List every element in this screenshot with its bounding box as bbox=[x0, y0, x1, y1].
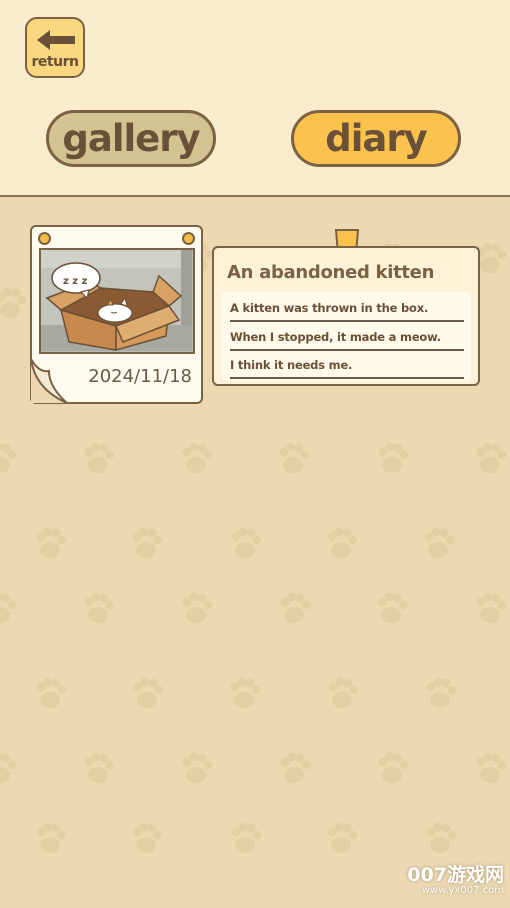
kitten-in-box-photo: z z z bbox=[39, 248, 195, 354]
watermark-brand: 007游戏网 bbox=[407, 864, 504, 886]
pin-icon bbox=[182, 232, 195, 245]
photo-date: 2024/11/18 bbox=[88, 366, 192, 387]
diary-line: When I stopped, it made a meow. bbox=[230, 323, 464, 351]
diary-text-box: A kitten was thrown in the box. When I s… bbox=[222, 292, 471, 381]
return-button[interactable]: return bbox=[25, 17, 85, 78]
diary-line: I think it needs me. bbox=[230, 351, 464, 379]
return-label: return bbox=[31, 54, 79, 70]
kitten-box-illustration: z z z bbox=[41, 250, 192, 351]
svg-text:z z z: z z z bbox=[63, 276, 88, 287]
page-curl-icon bbox=[30, 358, 68, 404]
diary-line: A kitten was thrown in the box. bbox=[230, 294, 464, 322]
photo-card[interactable]: z z z 2024/11/18 bbox=[30, 225, 203, 404]
diary-entry-card[interactable]: An abandoned kitten A kitten was thrown … bbox=[212, 246, 480, 386]
back-arrow-icon bbox=[37, 30, 75, 50]
diary-title: An abandoned kitten bbox=[227, 262, 435, 283]
tab-gallery[interactable]: gallery bbox=[46, 110, 216, 167]
watermark: 007游戏网 www.yx007.com bbox=[407, 866, 504, 897]
pin-icon bbox=[38, 232, 51, 245]
header-bar: return gallery diary bbox=[0, 0, 510, 197]
watermark-url: www.yx007.com bbox=[421, 885, 504, 896]
tab-diary[interactable]: diary bbox=[291, 110, 461, 167]
